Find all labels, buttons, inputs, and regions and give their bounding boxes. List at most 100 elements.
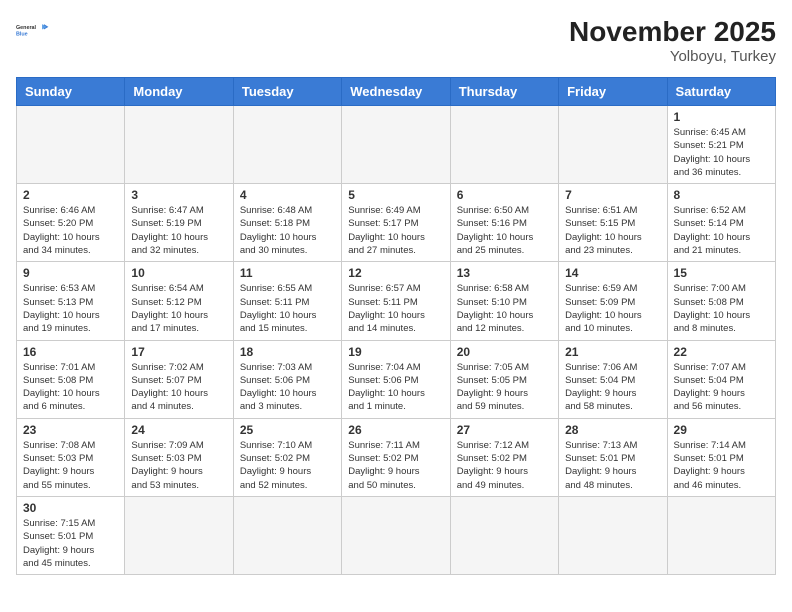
calendar-day-empty	[342, 106, 450, 184]
day-number: 4	[240, 188, 335, 202]
day-info: Sunrise: 6:47 AM Sunset: 5:19 PM Dayligh…	[131, 204, 226, 257]
weekday-header-tuesday: Tuesday	[233, 78, 341, 106]
calendar-week-row: 9 Sunrise: 6:53 AM Sunset: 5:13 PM Daylig…	[17, 262, 776, 340]
day-number: 12	[348, 266, 443, 280]
day-info: Sunrise: 6:48 AM Sunset: 5:18 PM Dayligh…	[240, 204, 335, 257]
calendar-day-empty	[450, 106, 558, 184]
day-number: 19	[348, 345, 443, 359]
day-info: Sunrise: 7:09 AM Sunset: 5:03 PM Dayligh…	[131, 439, 226, 492]
day-info: Sunrise: 7:06 AM Sunset: 5:04 PM Dayligh…	[565, 361, 660, 414]
calendar-day-10: 10 Sunrise: 6:54 AM Sunset: 5:12 PM Dayli…	[125, 262, 233, 340]
calendar-day-30: 30 Sunrise: 7:15 AM Sunset: 5:01 PM Dayli…	[17, 496, 125, 574]
day-number: 28	[565, 423, 660, 437]
calendar-day-9: 9 Sunrise: 6:53 AM Sunset: 5:13 PM Daylig…	[17, 262, 125, 340]
day-number: 25	[240, 423, 335, 437]
calendar-day-27: 27Sunrise: 7:12 AM Sunset: 5:02 PM Dayli…	[450, 418, 558, 496]
day-info: Sunrise: 7:10 AM Sunset: 5:02 PM Dayligh…	[240, 439, 335, 492]
calendar-day-empty	[450, 496, 558, 574]
day-info: Sunrise: 7:01 AM Sunset: 5:08 PM Dayligh…	[23, 361, 118, 414]
day-info: Sunrise: 7:15 AM Sunset: 5:01 PM Dayligh…	[23, 517, 118, 570]
calendar-day-22: 22 Sunrise: 7:07 AM Sunset: 5:04 PM Dayli…	[667, 340, 775, 418]
day-number: 23	[23, 423, 118, 437]
svg-text:Blue: Blue	[16, 31, 28, 37]
calendar-day-7: 7 Sunrise: 6:51 AM Sunset: 5:15 PM Daylig…	[559, 184, 667, 262]
calendar-day-empty	[667, 496, 775, 574]
calendar-week-row: 1Sunrise: 6:45 AM Sunset: 5:21 PM Daylig…	[17, 106, 776, 184]
day-number: 29	[674, 423, 769, 437]
day-info: Sunrise: 6:58 AM Sunset: 5:10 PM Dayligh…	[457, 282, 552, 335]
day-info: Sunrise: 7:07 AM Sunset: 5:04 PM Dayligh…	[674, 361, 769, 414]
day-info: Sunrise: 6:54 AM Sunset: 5:12 PM Dayligh…	[131, 282, 226, 335]
day-info: Sunrise: 6:55 AM Sunset: 5:11 PM Dayligh…	[240, 282, 335, 335]
calendar-day-5: 5Sunrise: 6:49 AM Sunset: 5:17 PM Daylig…	[342, 184, 450, 262]
day-info: Sunrise: 7:08 AM Sunset: 5:03 PM Dayligh…	[23, 439, 118, 492]
day-info: Sunrise: 6:57 AM Sunset: 5:11 PM Dayligh…	[348, 282, 443, 335]
calendar-day-18: 18 Sunrise: 7:03 AM Sunset: 5:06 PM Dayli…	[233, 340, 341, 418]
calendar-day-empty	[559, 106, 667, 184]
day-number: 11	[240, 266, 335, 280]
logo-icon: GeneralBlue	[16, 16, 52, 44]
day-info: Sunrise: 6:53 AM Sunset: 5:13 PM Dayligh…	[23, 282, 118, 335]
calendar-day-28: 28Sunrise: 7:13 AM Sunset: 5:01 PM Dayli…	[559, 418, 667, 496]
day-number: 30	[23, 501, 118, 515]
calendar-day-26: 26 Sunrise: 7:11 AM Sunset: 5:02 PM Dayli…	[342, 418, 450, 496]
day-number: 15	[674, 266, 769, 280]
svg-text:General: General	[16, 25, 37, 31]
calendar-day-empty	[342, 496, 450, 574]
calendar-day-25: 25 Sunrise: 7:10 AM Sunset: 5:02 PM Dayli…	[233, 418, 341, 496]
weekday-header-friday: Friday	[559, 78, 667, 106]
day-number: 16	[23, 345, 118, 359]
day-info: Sunrise: 7:05 AM Sunset: 5:05 PM Dayligh…	[457, 361, 552, 414]
day-number: 27	[457, 423, 552, 437]
calendar-day-4: 4 Sunrise: 6:48 AM Sunset: 5:18 PM Daylig…	[233, 184, 341, 262]
calendar-week-row: 2Sunrise: 6:46 AM Sunset: 5:20 PM Daylig…	[17, 184, 776, 262]
page-header: GeneralBlue November 2025 Yolboyu, Turke…	[16, 16, 776, 65]
day-number: 5	[348, 188, 443, 202]
calendar-table: SundayMondayTuesdayWednesdayThursdayFrid…	[16, 77, 776, 575]
weekday-header-wednesday: Wednesday	[342, 78, 450, 106]
day-number: 26	[348, 423, 443, 437]
calendar-day-11: 11 Sunrise: 6:55 AM Sunset: 5:11 PM Dayli…	[233, 262, 341, 340]
calendar-day-24: 24 Sunrise: 7:09 AM Sunset: 5:03 PM Dayli…	[125, 418, 233, 496]
day-number: 9	[23, 266, 118, 280]
calendar-day-2: 2Sunrise: 6:46 AM Sunset: 5:20 PM Daylig…	[17, 184, 125, 262]
day-number: 22	[674, 345, 769, 359]
calendar-day-14: 14 Sunrise: 6:59 AM Sunset: 5:09 PM Dayli…	[559, 262, 667, 340]
day-number: 8	[674, 188, 769, 202]
day-info: Sunrise: 7:14 AM Sunset: 5:01 PM Dayligh…	[674, 439, 769, 492]
day-number: 13	[457, 266, 552, 280]
calendar-week-row: 16 Sunrise: 7:01 AM Sunset: 5:08 PM Dayli…	[17, 340, 776, 418]
calendar-day-17: 17Sunrise: 7:02 AM Sunset: 5:07 PM Dayli…	[125, 340, 233, 418]
day-info: Sunrise: 6:51 AM Sunset: 5:15 PM Dayligh…	[565, 204, 660, 257]
day-number: 14	[565, 266, 660, 280]
weekday-header-saturday: Saturday	[667, 78, 775, 106]
calendar-subtitle: Yolboyu, Turkey	[569, 48, 776, 65]
calendar-title: November 2025	[569, 16, 776, 48]
calendar-day-20: 20 Sunrise: 7:05 AM Sunset: 5:05 PM Dayli…	[450, 340, 558, 418]
calendar-day-empty	[125, 106, 233, 184]
day-info: Sunrise: 7:03 AM Sunset: 5:06 PM Dayligh…	[240, 361, 335, 414]
calendar-day-8: 8 Sunrise: 6:52 AM Sunset: 5:14 PM Daylig…	[667, 184, 775, 262]
calendar-day-empty	[559, 496, 667, 574]
day-info: Sunrise: 6:59 AM Sunset: 5:09 PM Dayligh…	[565, 282, 660, 335]
day-number: 3	[131, 188, 226, 202]
calendar-day-1: 1Sunrise: 6:45 AM Sunset: 5:21 PM Daylig…	[667, 106, 775, 184]
calendar-day-15: 15 Sunrise: 7:00 AM Sunset: 5:08 PM Dayli…	[667, 262, 775, 340]
day-number: 21	[565, 345, 660, 359]
day-number: 7	[565, 188, 660, 202]
day-info: Sunrise: 7:11 AM Sunset: 5:02 PM Dayligh…	[348, 439, 443, 492]
day-info: Sunrise: 6:50 AM Sunset: 5:16 PM Dayligh…	[457, 204, 552, 257]
calendar-day-29: 29 Sunrise: 7:14 AM Sunset: 5:01 PM Dayli…	[667, 418, 775, 496]
day-number: 10	[131, 266, 226, 280]
title-block: November 2025 Yolboyu, Turkey	[569, 16, 776, 65]
weekday-header-sunday: Sunday	[17, 78, 125, 106]
day-number: 24	[131, 423, 226, 437]
calendar-day-19: 19Sunrise: 7:04 AM Sunset: 5:06 PM Dayli…	[342, 340, 450, 418]
day-number: 18	[240, 345, 335, 359]
day-info: Sunrise: 7:00 AM Sunset: 5:08 PM Dayligh…	[674, 282, 769, 335]
day-info: Sunrise: 7:02 AM Sunset: 5:07 PM Dayligh…	[131, 361, 226, 414]
day-info: Sunrise: 6:52 AM Sunset: 5:14 PM Dayligh…	[674, 204, 769, 257]
day-number: 20	[457, 345, 552, 359]
calendar-day-12: 12 Sunrise: 6:57 AM Sunset: 5:11 PM Dayli…	[342, 262, 450, 340]
logo: GeneralBlue	[16, 16, 52, 44]
